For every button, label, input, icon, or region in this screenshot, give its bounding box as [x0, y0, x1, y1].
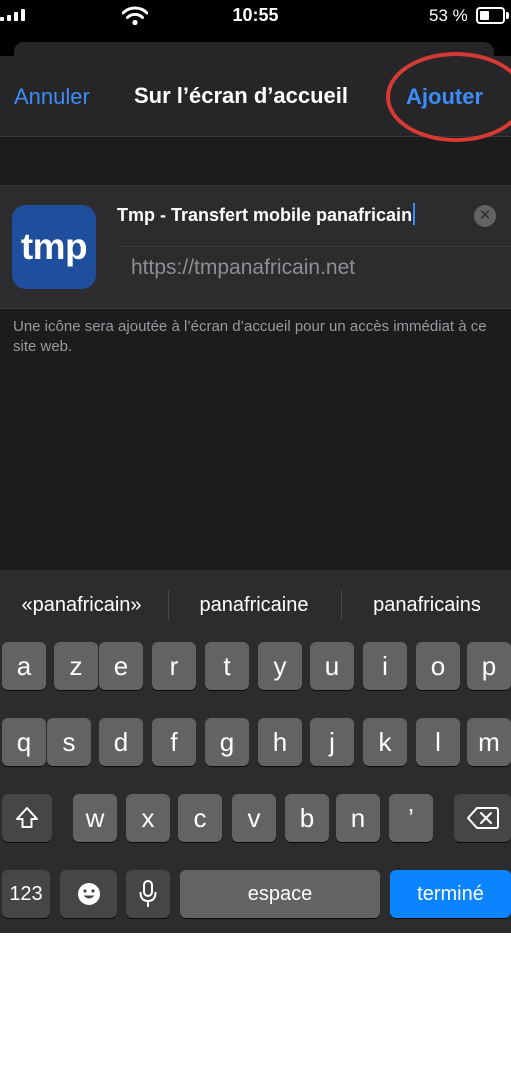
battery-percentage: 53 % [429, 6, 468, 25]
key-s[interactable]: s [47, 718, 91, 766]
key-apostrophe[interactable]: ’ [389, 794, 433, 842]
key-w[interactable]: w [73, 794, 117, 842]
battery-icon [476, 7, 509, 24]
key-l[interactable]: l [416, 718, 460, 766]
space-key[interactable]: espace [180, 870, 380, 918]
key-o[interactable]: o [416, 642, 460, 690]
key-n[interactable]: n [336, 794, 380, 842]
key-p[interactable]: p [467, 642, 511, 690]
key-f[interactable]: f [152, 718, 196, 766]
emoji-icon [77, 883, 100, 905]
dictation-key[interactable] [126, 870, 170, 918]
sheet-navbar: Annuler Sur l’écran d’accueil Ajouter [0, 56, 511, 137]
bookmark-card: tmp Tmp - Transfert mobile panafricain ✕… [0, 185, 511, 309]
done-key[interactable]: terminé [390, 870, 511, 918]
sheet-title: Sur l’écran d’accueil [134, 83, 348, 108]
suggestion-bar: «panafricain» panafricaine panafricains [0, 570, 511, 638]
key-t[interactable]: t [205, 642, 249, 690]
battery-level [480, 11, 490, 20]
suggestion-1[interactable]: «panafricain» [0, 594, 163, 617]
key-h[interactable]: h [258, 718, 302, 766]
key-e[interactable]: e [99, 642, 143, 690]
bookmark-name-field[interactable]: Tmp - Transfert mobile panafricain [117, 203, 447, 231]
suggestion-divider [168, 590, 169, 620]
key-u[interactable]: u [310, 642, 354, 690]
backspace-key[interactable] [454, 794, 511, 842]
suggestion-2[interactable]: panafricaine [170, 594, 338, 617]
clear-text-icon[interactable]: ✕ [474, 205, 496, 227]
key-a[interactable]: a [2, 642, 46, 690]
add-button[interactable]: Ajouter [406, 84, 483, 110]
site-app-icon: tmp [12, 205, 96, 289]
shift-key[interactable] [2, 794, 52, 842]
suggestion-divider [341, 590, 342, 620]
numbers-key[interactable]: 123 [2, 870, 50, 918]
key-g[interactable]: g [205, 718, 249, 766]
key-r[interactable]: r [152, 642, 196, 690]
shift-arrow-icon [16, 807, 38, 828]
keyboard: «panafricain» panafricaine panafricains … [0, 570, 511, 933]
key-q[interactable]: q [2, 718, 46, 766]
site-icon-label: tmp [20, 226, 88, 267]
key-d[interactable]: d [99, 718, 143, 766]
key-y[interactable]: y [258, 642, 302, 690]
key-m[interactable]: m [467, 718, 511, 766]
bookmark-name-value: Tmp - Transfert mobile panafricain [117, 205, 413, 225]
delete-icon [466, 807, 499, 829]
key-b[interactable]: b [285, 794, 329, 842]
key-x[interactable]: x [126, 794, 170, 842]
text-cursor [413, 203, 416, 225]
site-url: https://tmpanafricain.net [131, 256, 356, 279]
suggestion-3[interactable]: panafricains [343, 594, 511, 617]
emoji-key[interactable] [60, 870, 117, 918]
status-bar: 10:55 53 % [0, 0, 511, 32]
key-k[interactable]: k [363, 718, 407, 766]
key-c[interactable]: c [178, 794, 222, 842]
cancel-button[interactable]: Annuler [14, 84, 90, 110]
key-j[interactable]: j [310, 718, 354, 766]
hint-text: Une icône sera ajoutée à l’écran d’accue… [13, 318, 487, 355]
field-divider [117, 246, 511, 247]
key-v[interactable]: v [232, 794, 276, 842]
microphone-icon [139, 880, 157, 907]
screen: 10:55 53 % Annuler Sur l’écran d’accueil… [0, 0, 511, 933]
key-i[interactable]: i [363, 642, 407, 690]
key-z[interactable]: z [54, 642, 98, 690]
